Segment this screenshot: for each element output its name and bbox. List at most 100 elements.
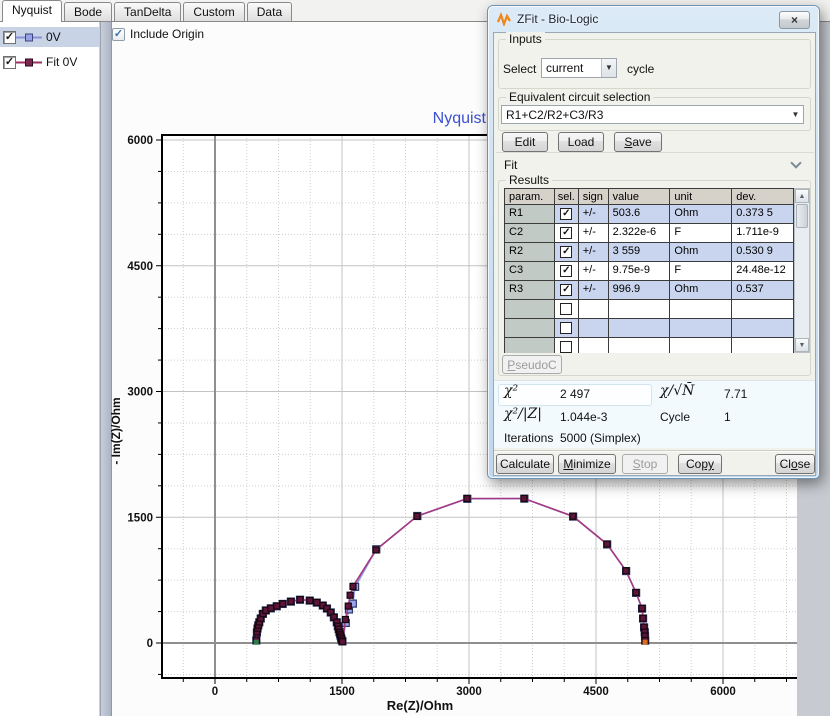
tab-nyquist[interactable]: Nyquist	[2, 0, 62, 22]
table-row[interactable]	[505, 300, 794, 319]
data-point[interactable]	[347, 592, 353, 598]
table-cell: ✓	[555, 205, 579, 224]
table-cell	[505, 338, 555, 353]
load-button[interactable]: Load	[558, 132, 604, 152]
results-table-scrollbar[interactable]: ▲ ▼	[794, 188, 810, 353]
y-tick-label: 0	[147, 638, 153, 650]
circuit-dropdown[interactable]: R1+C2/R2+C3/R3 ▼	[501, 105, 804, 124]
param-select-checkbox[interactable]: ✓	[560, 246, 572, 258]
results-table: param.sel.signvalueunitdev.R1✓+/-503.6Oh…	[504, 188, 794, 353]
x-tick-label: 4500	[583, 686, 609, 698]
data-point[interactable]	[280, 601, 286, 607]
param-select-checkbox[interactable]: ✓	[560, 227, 572, 239]
table-cell: C2	[505, 224, 555, 243]
table-cell	[555, 319, 579, 338]
param-select-checkbox[interactable]: ✓	[560, 208, 572, 220]
cycle-select-value: current	[542, 61, 601, 75]
minimize-button[interactable]: Minimize	[558, 454, 616, 474]
cycle-stat-label: Cycle	[660, 410, 690, 424]
tab-tandelta[interactable]: TanDelta	[114, 2, 181, 21]
chi-sqrtn-label: χ/√N̄	[660, 383, 694, 399]
fit-expander[interactable]: Fit	[496, 152, 814, 174]
table-row[interactable]: R3✓+/-996.9Ohm0.537	[505, 281, 794, 300]
checkbox-check-icon[interactable]: ✓	[112, 28, 125, 41]
cycle-label: cycle	[627, 62, 654, 76]
table-cell: 2.322e-6	[609, 224, 671, 243]
table-row[interactable]	[505, 338, 794, 353]
x-tick-label: 3000	[456, 686, 482, 698]
dialog-titlebar[interactable]: ZFit - Bio-Logic ×	[488, 6, 819, 32]
table-cell: 1.711e-9	[732, 224, 794, 243]
data-point[interactable]	[268, 605, 274, 611]
data-point[interactable]	[640, 615, 646, 621]
include-origin-label: Include Origin	[130, 27, 204, 41]
table-cell: ✓	[555, 262, 579, 281]
table-cell: C3	[505, 262, 555, 281]
scroll-up-icon[interactable]: ▲	[795, 189, 809, 203]
data-point[interactable]	[623, 568, 629, 574]
table-cell: Ohm	[670, 243, 732, 262]
param-select-checkbox[interactable]	[560, 341, 572, 353]
data-point[interactable]	[570, 513, 576, 519]
table-row[interactable]: C2✓+/-2.322e-6F1.711e-9	[505, 224, 794, 243]
table-cell	[579, 319, 609, 338]
tab-data[interactable]: Data	[247, 2, 292, 21]
pseudoc-button[interactable]: PseudoC	[502, 355, 562, 374]
table-row[interactable]: R2✓+/-3 559Ohm0.530 9	[505, 243, 794, 262]
data-point[interactable]	[414, 513, 420, 519]
table-row[interactable]: C3✓+/-9.75e-9F24.48e-12	[505, 262, 794, 281]
data-point[interactable]	[314, 600, 320, 606]
divider	[494, 450, 815, 452]
copy-button[interactable]: Copy	[678, 454, 722, 474]
save-button[interactable]: Save	[614, 132, 662, 152]
table-cell	[579, 338, 609, 353]
data-point[interactable]	[340, 639, 346, 645]
table-cell: +/-	[579, 281, 609, 300]
data-point[interactable]	[274, 603, 280, 609]
table-cell: ✓	[555, 281, 579, 300]
frequency-endpoint-marker	[254, 640, 259, 645]
close-icon[interactable]: ×	[779, 11, 810, 29]
close-button[interactable]: Close	[775, 454, 815, 474]
data-point[interactable]	[288, 599, 294, 605]
stop-button[interactable]: Stop	[622, 454, 668, 474]
scroll-down-icon[interactable]: ▼	[795, 338, 809, 352]
fit-statistics: χ² 2 497 χ/√N̄ 7.71 χ²/|Z| 1.044e-3 Cycl…	[494, 380, 815, 448]
table-cell: dev.	[732, 188, 794, 205]
data-point[interactable]	[297, 597, 303, 603]
tab-bode[interactable]: Bode	[64, 2, 112, 21]
data-point[interactable]	[633, 590, 639, 596]
param-select-checkbox[interactable]	[560, 322, 572, 334]
data-point[interactable]	[464, 495, 470, 501]
chevron-down-icon[interactable]: ▼	[788, 110, 803, 119]
param-select-checkbox[interactable]: ✓	[560, 265, 572, 277]
results-group-label: Results	[506, 173, 552, 187]
calculate-button[interactable]: Calculate	[496, 454, 554, 474]
data-point[interactable]	[350, 583, 356, 589]
param-select-checkbox[interactable]	[560, 303, 572, 315]
data-point[interactable]	[604, 541, 610, 547]
data-point[interactable]	[521, 495, 527, 501]
data-point[interactable]	[373, 547, 379, 553]
param-select-checkbox[interactable]: ✓	[560, 284, 572, 296]
table-cell	[505, 319, 555, 338]
data-point[interactable]	[342, 617, 348, 623]
scrollbar-thumb[interactable]	[796, 204, 808, 228]
tab-custom[interactable]: Custom	[183, 2, 244, 21]
edit-button[interactable]: Edit	[502, 132, 548, 152]
table-cell: 9.75e-9	[609, 262, 671, 281]
chevron-down-icon[interactable]	[790, 157, 801, 168]
data-point[interactable]	[307, 597, 313, 603]
table-cell: value	[609, 188, 671, 205]
chevron-down-icon[interactable]: ▼	[601, 59, 616, 77]
table-row[interactable]	[505, 319, 794, 338]
table-cell	[505, 300, 555, 319]
data-point[interactable]	[639, 605, 645, 611]
y-axis-label: - Im(Z)/Ohm	[109, 351, 123, 511]
cycle-select-dropdown[interactable]: current ▼	[541, 58, 617, 78]
data-point[interactable]	[345, 603, 351, 609]
table-row[interactable]: R1✓+/-503.6Ohm0.373 5	[505, 205, 794, 224]
include-origin-checkbox[interactable]: ✓ Include Origin	[112, 27, 204, 41]
chi2-z-label: χ²/|Z|	[504, 406, 542, 422]
table-cell: +/-	[579, 243, 609, 262]
